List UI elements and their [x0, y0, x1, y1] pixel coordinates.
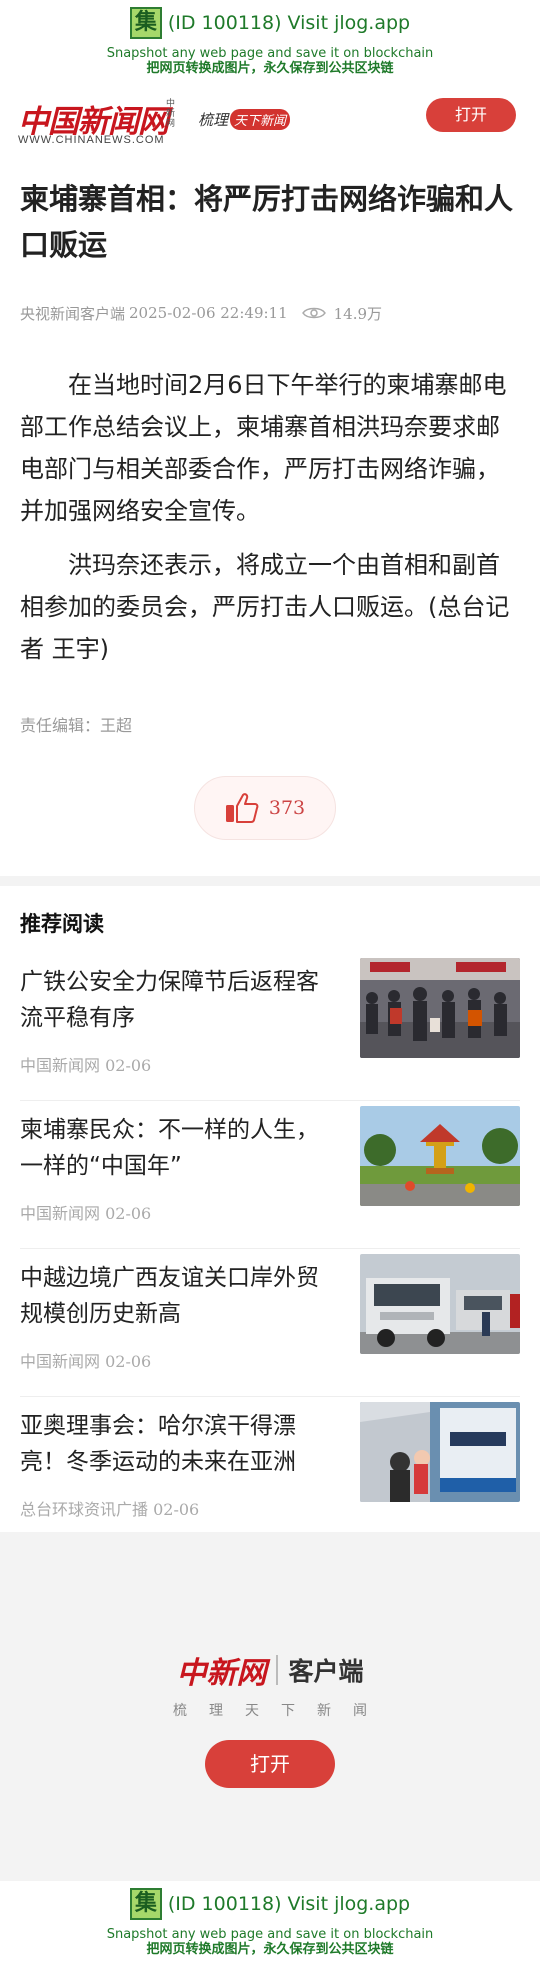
app-promo-footer: 中新网 客户端 梳理天下新闻 打开 — [0, 1532, 540, 1881]
footer-logo: 中新网 客户端 — [0, 1648, 540, 1692]
jlog-banner-title[interactable]: (ID 100118) Visit jlog.app — [168, 1893, 410, 1915]
jlog-banner-line-cn: 把网页转换成图片，永久保存到公共区块链 — [146, 61, 394, 76]
eye-icon — [301, 307, 326, 319]
article-time: 2025-02-06 22:49:11 — [129, 304, 288, 322]
recommended-divider — [20, 1100, 520, 1101]
recommended-title: 推荐阅读 — [20, 912, 104, 936]
slogan-part-b: 天下新闻 — [230, 108, 291, 130]
recommended-thumbnail[interactable] — [360, 958, 520, 1058]
recommended-item-title[interactable]: 广铁公安全力保障节后返程客流平稳有序 — [20, 964, 340, 1036]
recommended-item[interactable]: 柬埔寨民众：不一样的人生，一样的“中国年” 中国新闻网 02-06 — [20, 1106, 520, 1236]
recommended-item-source: 中国新闻网 02-06 — [20, 1056, 152, 1075]
footer-logo-cn: 中新网 — [176, 1656, 267, 1691]
recommended-item-source: 中国新闻网 02-06 — [20, 1352, 152, 1371]
recommended-item-source: 总台环球资讯广播 02-06 — [20, 1500, 200, 1519]
site-header: 中国新闻网 中新网 WWW.CHINANEWS.COM 梳理 天下新闻 打开 — [0, 90, 540, 152]
recommended-item[interactable]: 亚奥理事会：哈尔滨干得漂亮！冬季运动的未来在亚洲 总台环球资讯广播 02-06 — [20, 1402, 520, 1532]
jlog-banner-line-cn: 把网页转换成图片，永久保存到公共区块链 — [146, 1942, 394, 1957]
section-divider — [0, 876, 540, 886]
jlog-banner-title[interactable]: (ID 100118) Visit jlog.app — [168, 12, 410, 34]
article-paragraph: 洪玛奈还表示，将成立一个由首相和副首相参加的委员会，严厉打击人口贩运。(总台记者… — [20, 551, 510, 663]
like-button[interactable]: 373 — [194, 776, 336, 840]
chinanews-logo[interactable]: 中国新闻网 中新网 WWW.CHINANEWS.COM — [18, 96, 178, 146]
like-count: 373 — [268, 797, 306, 819]
article-source: 央视新闻客户端 — [20, 304, 126, 323]
recommended-item-source: 中国新闻网 02-06 — [20, 1204, 152, 1223]
footer-slogan: 梳理天下新闻 — [173, 1703, 389, 1719]
footer-logo-divider — [276, 1655, 279, 1685]
logo-small-text: 中新网 — [166, 99, 176, 129]
jlog-banner-title-row: 集 (ID 100118) Visit jlog.app — [0, 1887, 540, 1921]
footer-client-label: 客户端 — [288, 1657, 364, 1686]
recommended-divider — [20, 1396, 520, 1397]
jlog-banner-line-en: Snapshot any web page and save it on blo… — [106, 46, 434, 61]
logo-en-text: WWW.CHINANEWS.COM — [18, 134, 165, 146]
thumbs-up-icon — [225, 793, 259, 823]
recommended-item-title[interactable]: 亚奥理事会：哈尔滨干得漂亮！冬季运动的未来在亚洲 — [20, 1408, 340, 1480]
article-paragraph: 在当地时间2月6日下午举行的柬埔寨邮电部工作总结会议上，柬埔寨首相洪玛奈要求邮电… — [20, 371, 507, 525]
footer-open-app-button[interactable]: 打开 — [205, 1740, 335, 1788]
article-views: 14.9万 — [333, 304, 383, 323]
jlog-badge-icon: 集 — [129, 7, 162, 39]
recommended-item-title[interactable]: 柬埔寨民众：不一样的人生，一样的“中国年” — [20, 1112, 340, 1184]
recommended-item[interactable]: 广铁公安全力保障节后返程客流平稳有序 中国新闻网 02-06 — [20, 958, 520, 1088]
recommended-item[interactable]: 中越边境广西友谊关口岸外贸规模创历史新高 中国新闻网 02-06 — [20, 1254, 520, 1384]
jlog-banner-line-en: Snapshot any web page and save it on blo… — [106, 1927, 434, 1942]
jlog-banner-title-row: 集 (ID 100118) Visit jlog.app — [0, 6, 540, 40]
recommended-thumbnail[interactable] — [360, 1106, 520, 1206]
jlog-banner-top[interactable]: 集 (ID 100118) Visit jlog.app Snapshot an… — [0, 0, 540, 90]
jlog-banner-bottom[interactable]: 集 (ID 100118) Visit jlog.app Snapshot an… — [0, 1881, 540, 1971]
article-editor: 责任编辑：王超 — [20, 716, 133, 735]
open-app-button[interactable]: 打开 — [426, 98, 516, 132]
recommended-thumbnail[interactable] — [360, 1254, 520, 1354]
header-slogan: 梳理 天下新闻 — [198, 106, 291, 132]
article-meta: 央视新闻客户端 2025-02-06 22:49:11 14.9万 — [20, 302, 382, 324]
slogan-part-a: 梳理 — [198, 110, 229, 129]
recommended-thumbnail[interactable] — [360, 1402, 520, 1502]
recommended-divider — [20, 1248, 520, 1249]
article-headline: 柬埔寨首相：将严厉打击网络诈骗和人口贩运 — [20, 182, 514, 262]
jlog-badge-icon: 集 — [129, 1888, 162, 1920]
recommended-item-title[interactable]: 中越边境广西友谊关口岸外贸规模创历史新高 — [20, 1260, 340, 1332]
